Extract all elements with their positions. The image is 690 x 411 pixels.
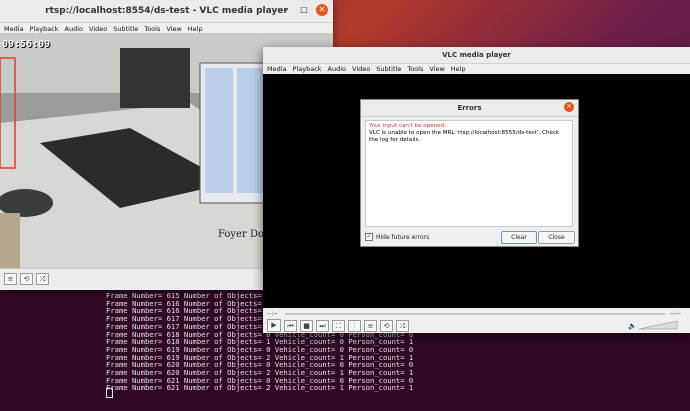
- fullscreen-icon[interactable]: ⛶: [332, 319, 345, 332]
- extended-settings-icon[interactable]: ⫶: [348, 319, 361, 332]
- terminal-cursor: [106, 388, 113, 398]
- time-elapsed: --:--: [267, 310, 278, 317]
- shuffle-icon[interactable]: ⤮: [396, 319, 409, 332]
- clear-button[interactable]: Clear: [501, 231, 537, 244]
- dialog-titlebar[interactable]: Errors ✕: [361, 100, 578, 117]
- stop-icon[interactable]: ■: [300, 319, 313, 332]
- menu-audio[interactable]: Audio: [328, 65, 346, 73]
- menu-media[interactable]: Media: [4, 25, 24, 33]
- loop-icon[interactable]: ⟲: [20, 273, 33, 285]
- menu-tools[interactable]: Tools: [407, 65, 423, 73]
- menu-playback[interactable]: Playback: [30, 25, 59, 33]
- playlist-icon[interactable]: ≡: [364, 319, 377, 332]
- errors-dialog[interactable]: Errors ✕ Your input can't be opened: VLC…: [360, 99, 579, 247]
- menu-view[interactable]: View: [166, 25, 181, 33]
- close-button[interactable]: Close: [538, 231, 575, 244]
- maximize-icon[interactable]: □: [298, 4, 310, 16]
- hide-errors-option[interactable]: ✓ Hide future errors: [365, 233, 429, 241]
- volume-slider[interactable]: [639, 320, 679, 330]
- close-icon[interactable]: ✕: [316, 4, 328, 16]
- error-body: VLC is unable to open the MRL 'rtsp://lo…: [369, 130, 560, 143]
- menu-view[interactable]: View: [429, 65, 444, 73]
- menu-subtitle[interactable]: Subtitle: [113, 25, 138, 33]
- loop-icon[interactable]: ⟲: [380, 319, 393, 332]
- window-title: rtsp://localhost:8554/ds-test - VLC medi…: [45, 6, 288, 16]
- checkbox-checked-icon[interactable]: ✓: [365, 233, 373, 241]
- window-titlebar[interactable]: VLC media player: [263, 47, 690, 64]
- menu-playback[interactable]: Playback: [293, 65, 322, 73]
- menu-video[interactable]: Video: [352, 65, 370, 73]
- play-icon[interactable]: ▶: [267, 319, 281, 332]
- next-icon[interactable]: ⏭: [316, 319, 329, 332]
- control-bar: ▶ ⏮ ■ ⏭ ⛶ ⫶ ≡ ⟲ ⤮: [267, 319, 409, 332]
- terminal-line: Frame Number= 621 Number of Objects= 2 V…: [106, 383, 414, 393]
- menu-audio[interactable]: Audio: [65, 25, 83, 33]
- menu-help[interactable]: Help: [451, 65, 466, 73]
- menu-subtitle[interactable]: Subtitle: [376, 65, 401, 73]
- dialog-title: Errors: [457, 104, 482, 112]
- menu-video[interactable]: Video: [89, 25, 107, 33]
- window-title: VLC media player: [442, 51, 511, 59]
- error-heading: Your input can't be opened:: [369, 123, 447, 129]
- volume-icon[interactable]: 🔈: [628, 322, 637, 330]
- checkbox-label: Hide future errors: [376, 233, 430, 241]
- minimize-icon[interactable]: –: [280, 4, 292, 16]
- error-message-box: Your input can't be opened: VLC is unabl…: [365, 120, 573, 227]
- window-titlebar[interactable]: rtsp://localhost:8554/ds-test - VLC medi…: [0, 0, 333, 23]
- menu-media[interactable]: Media: [267, 65, 287, 73]
- playlist-icon[interactable]: ≡: [4, 273, 17, 285]
- time-total: --:--: [670, 310, 681, 317]
- previous-icon[interactable]: ⏮: [284, 319, 297, 332]
- menu-tools[interactable]: Tools: [144, 25, 160, 33]
- close-icon[interactable]: ✕: [564, 102, 574, 112]
- video-timestamp: 09:56:09: [2, 39, 51, 50]
- menu-help[interactable]: Help: [188, 25, 203, 33]
- seek-bar[interactable]: [285, 313, 665, 315]
- menu-bar: Media Playback Audio Video Subtitle Tool…: [263, 64, 690, 74]
- shuffle-icon[interactable]: ⤮: [36, 273, 49, 285]
